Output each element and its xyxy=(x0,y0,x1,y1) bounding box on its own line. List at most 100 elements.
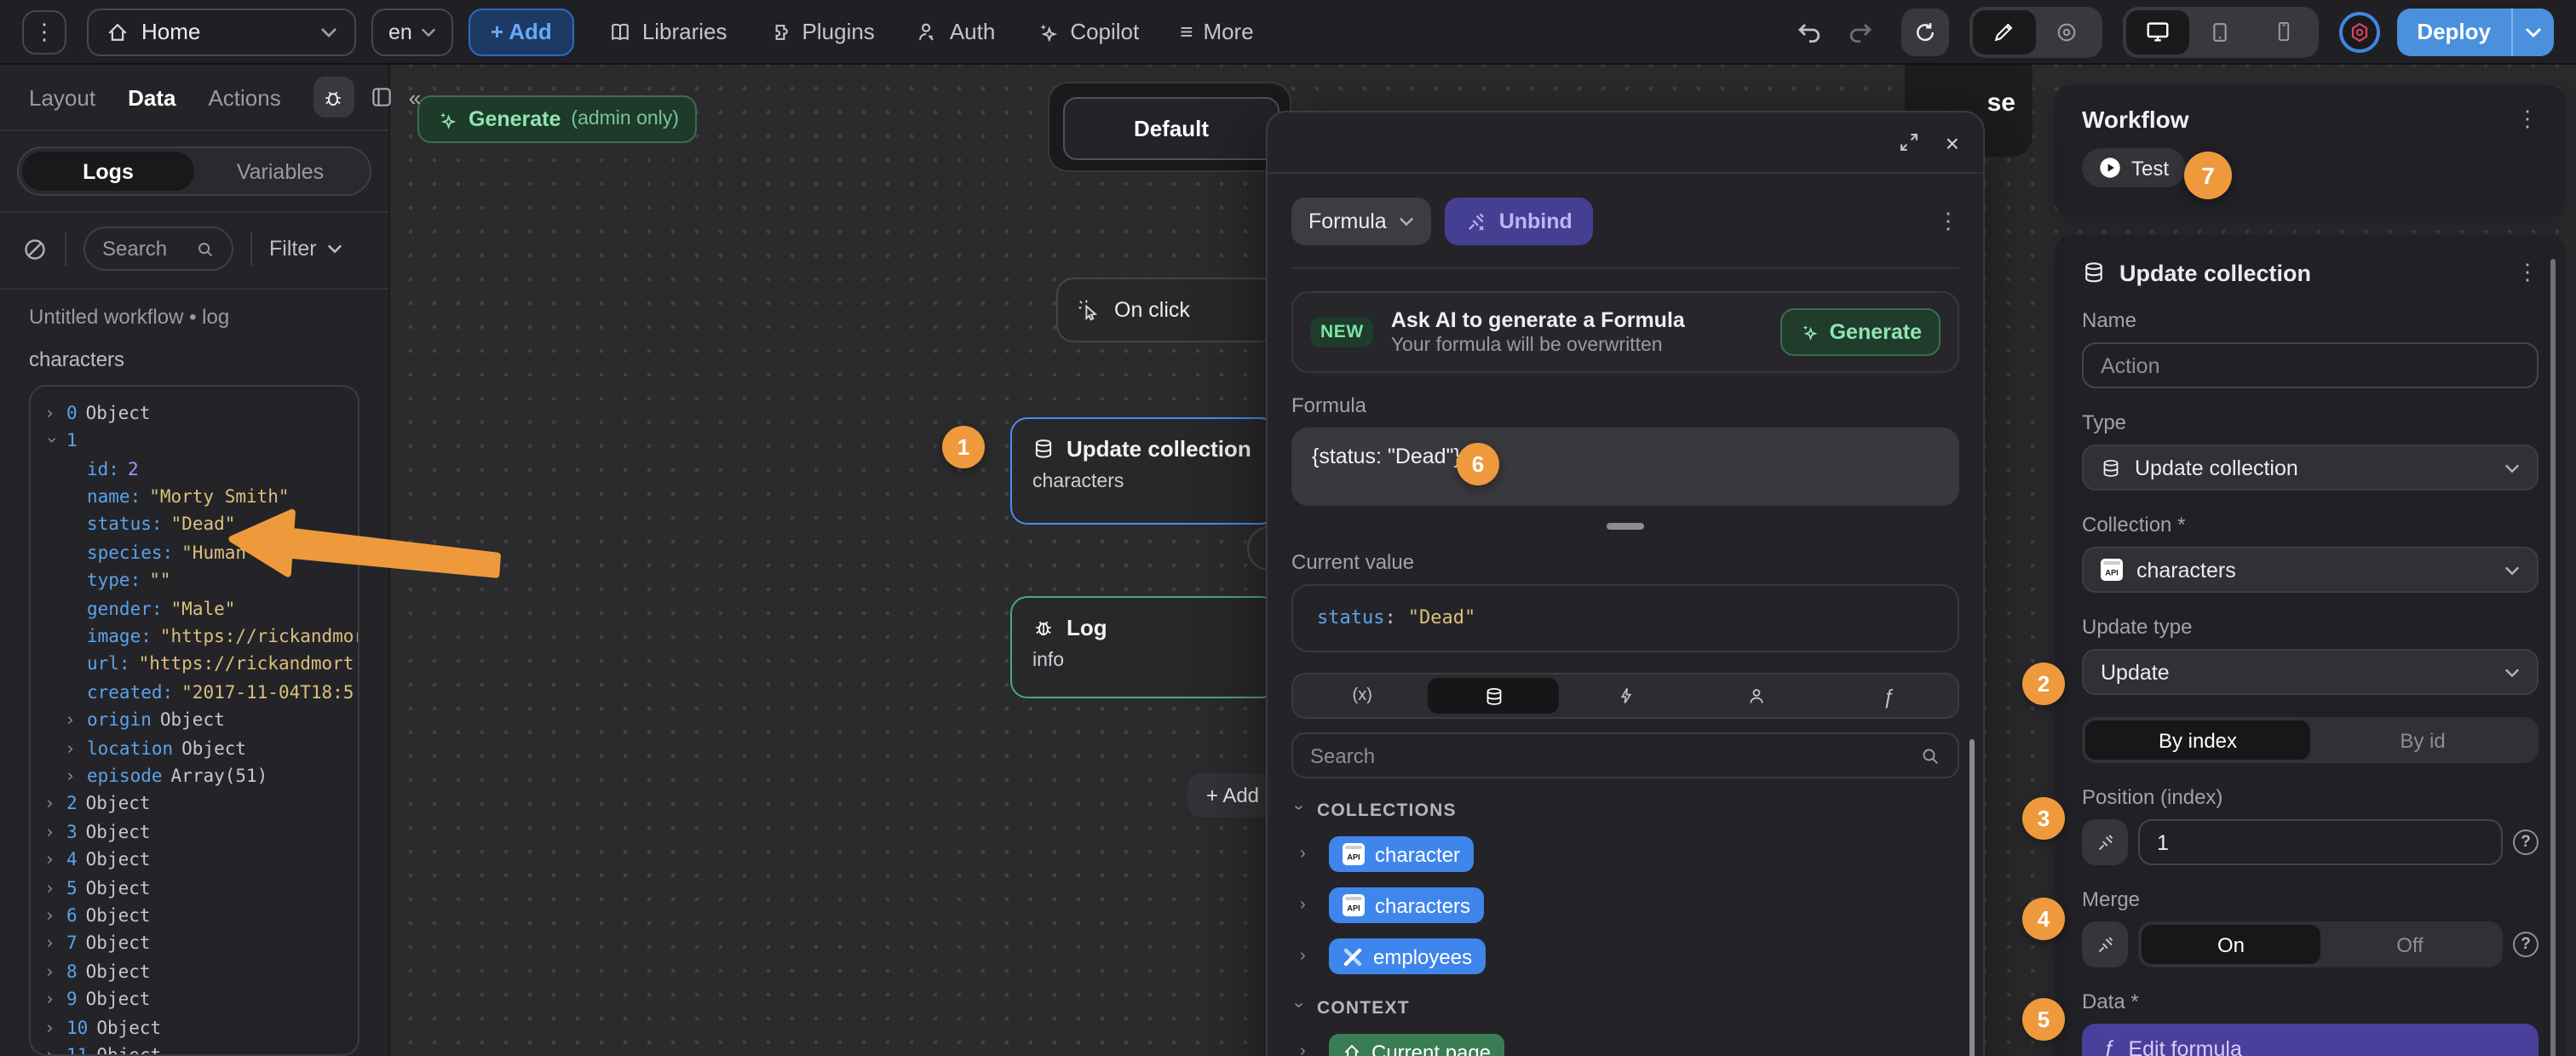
collection-select[interactable]: API characters xyxy=(2082,547,2539,593)
tree-row[interactable]: ›9Object xyxy=(44,987,344,1015)
unbind-button[interactable]: Unbind xyxy=(1445,198,1593,245)
tree-row[interactable]: ›10Object xyxy=(44,1014,344,1042)
clear-logs-icon[interactable] xyxy=(22,236,48,261)
main-menu-button[interactable]: ⋮ xyxy=(22,9,66,54)
nav-plugins[interactable]: Plugins xyxy=(768,19,875,44)
tree-chevron[interactable]: › xyxy=(44,903,58,931)
name-input[interactable] xyxy=(2101,353,2520,377)
position-input[interactable] xyxy=(2157,830,2484,854)
on-click-node[interactable]: On click xyxy=(1056,278,1278,342)
by-id-button[interactable]: By id xyxy=(2310,720,2535,760)
tree-row[interactable]: image:"https://rickandmor xyxy=(44,623,344,651)
tree-row[interactable]: ›1 xyxy=(44,428,344,456)
tree-chevron[interactable]: › xyxy=(37,435,66,449)
bind-position-button[interactable] xyxy=(2082,819,2128,865)
type-select[interactable]: Update collection xyxy=(2082,445,2539,491)
refresh-button[interactable] xyxy=(1900,8,1948,55)
log-entry-title[interactable]: Untitled workflow • log xyxy=(29,305,359,329)
formula-input[interactable]: {status: "Dead"} xyxy=(1291,428,1959,506)
tree-chevron[interactable]: › xyxy=(44,875,58,903)
tree-chevron[interactable]: › xyxy=(44,819,58,847)
tab-variables[interactable]: Variables xyxy=(194,152,366,192)
tree-chevron[interactable]: › xyxy=(44,1042,58,1056)
tree-row[interactable]: ›5Object xyxy=(44,875,344,903)
nav-more[interactable]: ≡ More xyxy=(1180,19,1253,44)
tree-row[interactable]: id:2 xyxy=(44,456,344,484)
tree-row[interactable]: ›2Object xyxy=(44,791,344,819)
modal-scrollbar[interactable] xyxy=(1969,739,1975,1056)
bind-merge-button[interactable] xyxy=(2082,921,2128,967)
tree-row[interactable]: ›7Object xyxy=(44,931,344,959)
locale-selector[interactable]: en xyxy=(371,8,453,55)
nav-auth[interactable]: Auth xyxy=(916,19,996,44)
tree-row[interactable]: ›locationObject xyxy=(44,735,344,763)
tab-data[interactable]: Data xyxy=(128,84,175,110)
logs-search[interactable] xyxy=(83,227,233,271)
collection-item-character[interactable]: › API character xyxy=(1291,836,1959,872)
expand-icon[interactable] xyxy=(1898,131,1920,153)
test-workflow-button[interactable]: Test xyxy=(2082,148,2186,187)
nav-copilot[interactable]: Copilot xyxy=(1036,19,1139,44)
by-index-button[interactable]: By index xyxy=(2085,720,2310,760)
tree-row[interactable]: url:"https://rickandmort xyxy=(44,651,344,680)
tablet-view-button[interactable] xyxy=(2188,9,2251,54)
position-help-icon[interactable]: ? xyxy=(2513,829,2539,855)
card-scrollbar[interactable] xyxy=(2550,259,2556,1056)
close-icon[interactable]: × xyxy=(1946,129,1959,156)
tab-collections[interactable] xyxy=(1428,678,1559,714)
context-section-header[interactable]: › CONTEXT xyxy=(1291,998,1959,1019)
add-button[interactable]: + Add xyxy=(469,8,574,55)
tree-chevron[interactable]: › xyxy=(44,1014,58,1042)
panel-layout-icon[interactable] xyxy=(370,85,394,109)
tree-chevron[interactable]: › xyxy=(65,763,78,791)
tree-row[interactable]: ›8Object xyxy=(44,959,344,987)
desktop-view-button[interactable] xyxy=(2125,9,2188,54)
context-item-current-page[interactable]: › Current page xyxy=(1291,1034,1959,1056)
nav-libraries[interactable]: Libraries xyxy=(608,19,727,44)
collection-item-employees[interactable]: › employees xyxy=(1291,938,1959,974)
tab-user[interactable] xyxy=(1691,678,1822,714)
tree-chevron[interactable]: › xyxy=(44,931,58,959)
log-json-tree[interactable]: ›0Object ›1 id:2 name:"Morty Smith" stat… xyxy=(29,385,359,1056)
tree-row[interactable]: ›3Object xyxy=(44,819,344,847)
collapse-panel-icon[interactable]: « xyxy=(409,84,421,110)
update-type-select[interactable]: Update xyxy=(2082,649,2539,695)
tree-row[interactable]: ›originObject xyxy=(44,707,344,735)
tab-variables-fx[interactable]: (x) xyxy=(1297,678,1428,714)
tree-row[interactable]: ›4Object xyxy=(44,847,344,875)
tree-row[interactable]: ›0Object xyxy=(44,400,344,428)
tree-chevron[interactable]: › xyxy=(65,735,78,763)
tree-row[interactable]: gender:"Male" xyxy=(44,595,344,623)
name-field[interactable] xyxy=(2082,342,2539,388)
workflow-menu-icon[interactable]: ⋮ xyxy=(2516,106,2539,133)
page-selector[interactable]: Home xyxy=(87,8,356,55)
tree-row[interactable]: ›episodeArray(51) xyxy=(44,763,344,791)
trigger-node-default[interactable]: Default xyxy=(1063,97,1279,160)
merge-help-icon[interactable]: ? xyxy=(2513,932,2539,957)
update-collection-node[interactable]: Update collection characters xyxy=(1010,417,1278,525)
log-node[interactable]: Log info xyxy=(1010,596,1278,698)
tab-functions[interactable]: ƒ xyxy=(1823,678,1954,714)
merge-off-button[interactable]: Off xyxy=(2320,925,2499,964)
collection-item-characters[interactable]: › API characters xyxy=(1291,887,1959,923)
tree-row[interactable]: created:"2017-11-04T18:5 xyxy=(44,680,344,708)
position-field[interactable] xyxy=(2138,819,2503,865)
ai-generate-button[interactable]: Generate xyxy=(1780,308,1941,356)
filter-dropdown[interactable]: Filter xyxy=(269,237,342,261)
tree-chevron[interactable]: › xyxy=(65,707,78,735)
tab-actions[interactable]: Actions xyxy=(208,84,280,110)
tree-chevron[interactable]: › xyxy=(44,959,58,987)
undo-icon[interactable] xyxy=(1795,18,1822,45)
edit-formula-button[interactable]: ƒ Edit formula xyxy=(2082,1024,2539,1056)
tree-chevron[interactable]: › xyxy=(44,400,58,428)
tab-layout[interactable]: Layout xyxy=(29,84,95,110)
drag-handle[interactable] xyxy=(1607,523,1644,530)
tab-logs[interactable]: Logs xyxy=(22,152,194,192)
modal-search[interactable] xyxy=(1291,732,1959,778)
tree-row[interactable]: ›6Object xyxy=(44,903,344,931)
modal-search-input[interactable] xyxy=(1310,743,1906,767)
add-action-button[interactable]: + Add xyxy=(1187,773,1278,818)
redo-icon[interactable] xyxy=(1846,18,1873,45)
debug-button[interactable] xyxy=(313,77,354,118)
logs-search-input[interactable] xyxy=(102,237,186,261)
